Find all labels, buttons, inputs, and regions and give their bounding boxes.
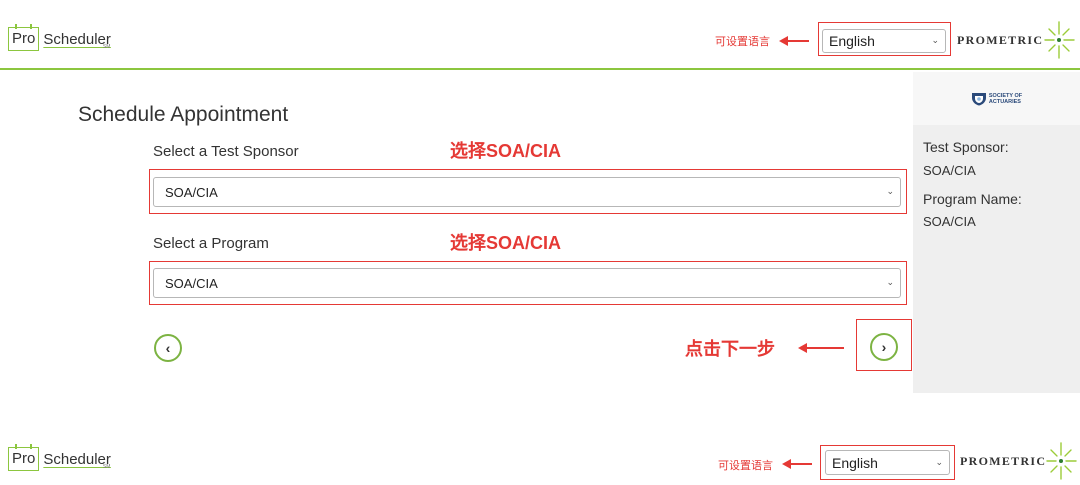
chevron-right-icon: › [881,339,887,355]
language-select[interactable]: English ⌄ [822,29,946,53]
chevron-down-icon: ⌄ [886,276,894,287]
prometric-brand: PROMETRIC [957,33,1044,47]
prometric-spark-icon [1044,21,1075,59]
language-annotation: 可设置语言 [715,36,770,48]
test-sponsor-select[interactable]: SOA/CIA ⌄ [153,177,901,207]
program-select-value: SOA/CIA [165,275,218,291]
summary-sponsor-label: Test Sponsor: [923,139,1009,155]
chevron-left-icon: ‹ [165,340,171,356]
bottom-header: Pro Scheduler SM 可设置语言 English ⌄ PROMETR… [0,437,1080,485]
proscheduler-logo[interactable]: Pro Scheduler SM [8,24,111,51]
logo-trademark: SM [102,464,111,470]
chevron-down-icon: ⌄ [935,456,943,467]
logo-pro-box: Pro [8,24,40,51]
prometric-brand: PROMETRIC [960,454,1047,468]
next-annotation-arrow-icon [798,343,844,353]
next-annotation: 点击下一步 [685,339,775,359]
chevron-down-icon: ⌄ [931,34,939,45]
summary-panel: SOCIETY OF ACTUARIES Test Sponsor: SOA/C… [913,72,1080,393]
language-annotation: 可设置语言 [718,460,773,472]
top-header: Pro Scheduler SM 可设置语言 English ⌄ PROMETR… [0,0,1080,70]
logo-pro-box: Pro [8,444,40,471]
test-sponsor-select-value: SOA/CIA [165,184,218,200]
next-button[interactable]: › [870,333,898,361]
language-select[interactable]: English ⌄ [825,450,950,475]
logo-trademark: SM [102,44,111,50]
proscheduler-logo[interactable]: Pro Scheduler SM [8,444,111,471]
language-annotation-arrow-icon [782,459,812,469]
chevron-down-icon: ⌄ [886,185,894,196]
test-sponsor-label: Select a Test Sponsor [153,143,299,160]
soa-shield-icon [971,92,986,105]
language-select-value: English [832,454,878,471]
language-annotation-arrow-icon [779,36,809,46]
logo-scheduler-text: Scheduler [43,30,111,48]
soa-logo-line1: SOCIETY OF [988,92,1023,99]
program-select[interactable]: SOA/CIA ⌄ [153,268,901,298]
program-label: Select a Program [153,235,269,252]
sponsor-annotation: 选择SOA/CIA [450,141,562,161]
summary-sponsor-value: SOA/CIA [923,163,976,178]
language-select-value: English [829,33,875,49]
sponsor-logo-area: SOCIETY OF ACTUARIES [913,72,1080,125]
summary-program-value: SOA/CIA [923,214,976,229]
page-title: Schedule Appointment [78,103,289,126]
summary-program-label: Program Name: [923,191,1022,207]
prometric-spark-icon [1046,442,1077,480]
logo-scheduler-text: Scheduler [43,450,111,468]
back-button[interactable]: ‹ [154,334,182,362]
society-of-actuaries-logo: SOCIETY OF ACTUARIES [971,92,1022,106]
program-annotation: 选择SOA/CIA [450,233,562,253]
soa-logo-text: SOCIETY OF ACTUARIES [989,93,1022,105]
soa-logo-line2: ACTUARIES [988,98,1021,105]
